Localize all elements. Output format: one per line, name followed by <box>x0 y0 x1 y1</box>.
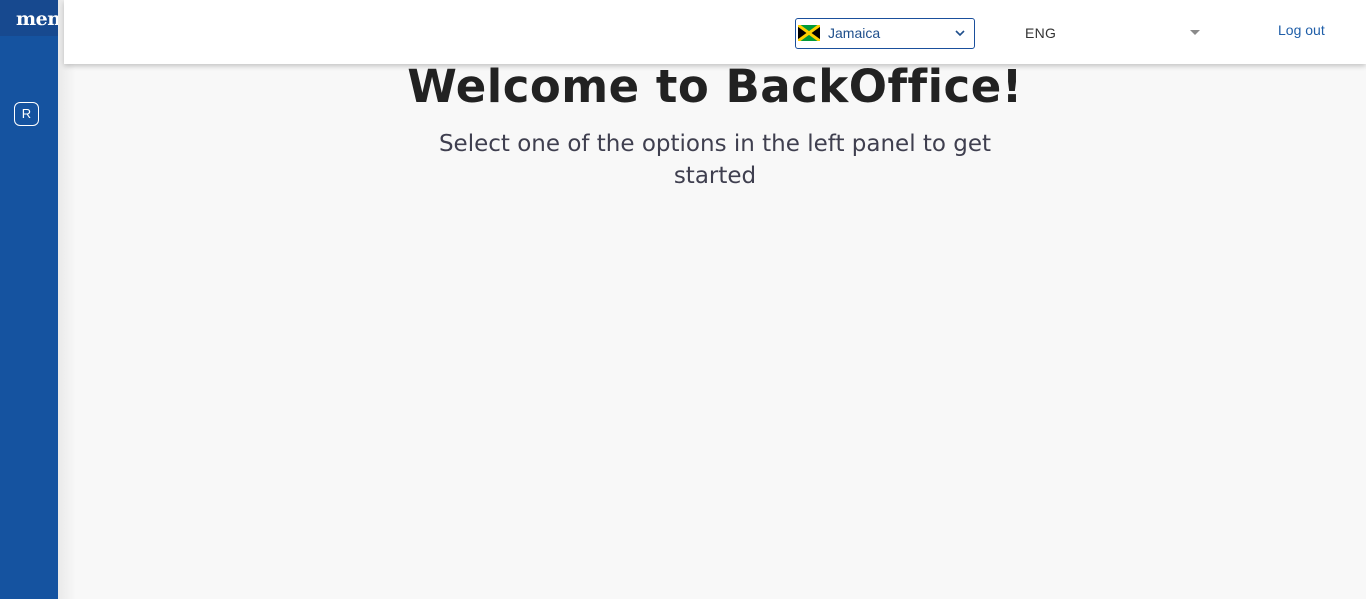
logout-link[interactable]: Log out <box>1278 22 1325 38</box>
page-subtitle: Select one of the options in the left pa… <box>438 131 992 189</box>
language-select-value: ENG <box>1025 25 1057 41</box>
sidebar-item-r[interactable]: R <box>14 102 39 126</box>
page-title: Welcome to BackOffice! <box>407 60 1023 113</box>
caret-down-icon <box>1190 30 1200 35</box>
jamaica-flag-icon <box>798 25 820 41</box>
chevron-down-icon <box>955 30 965 37</box>
sidebar-logo-area[interactable]: menu <box>0 0 58 36</box>
language-select[interactable]: ENG <box>1025 23 1205 43</box>
country-select[interactable]: Jamaica <box>795 18 975 49</box>
sidebar-logo: menu <box>16 8 58 30</box>
country-select-value: Jamaica <box>828 25 881 41</box>
sidebar: menu R <box>0 0 58 599</box>
